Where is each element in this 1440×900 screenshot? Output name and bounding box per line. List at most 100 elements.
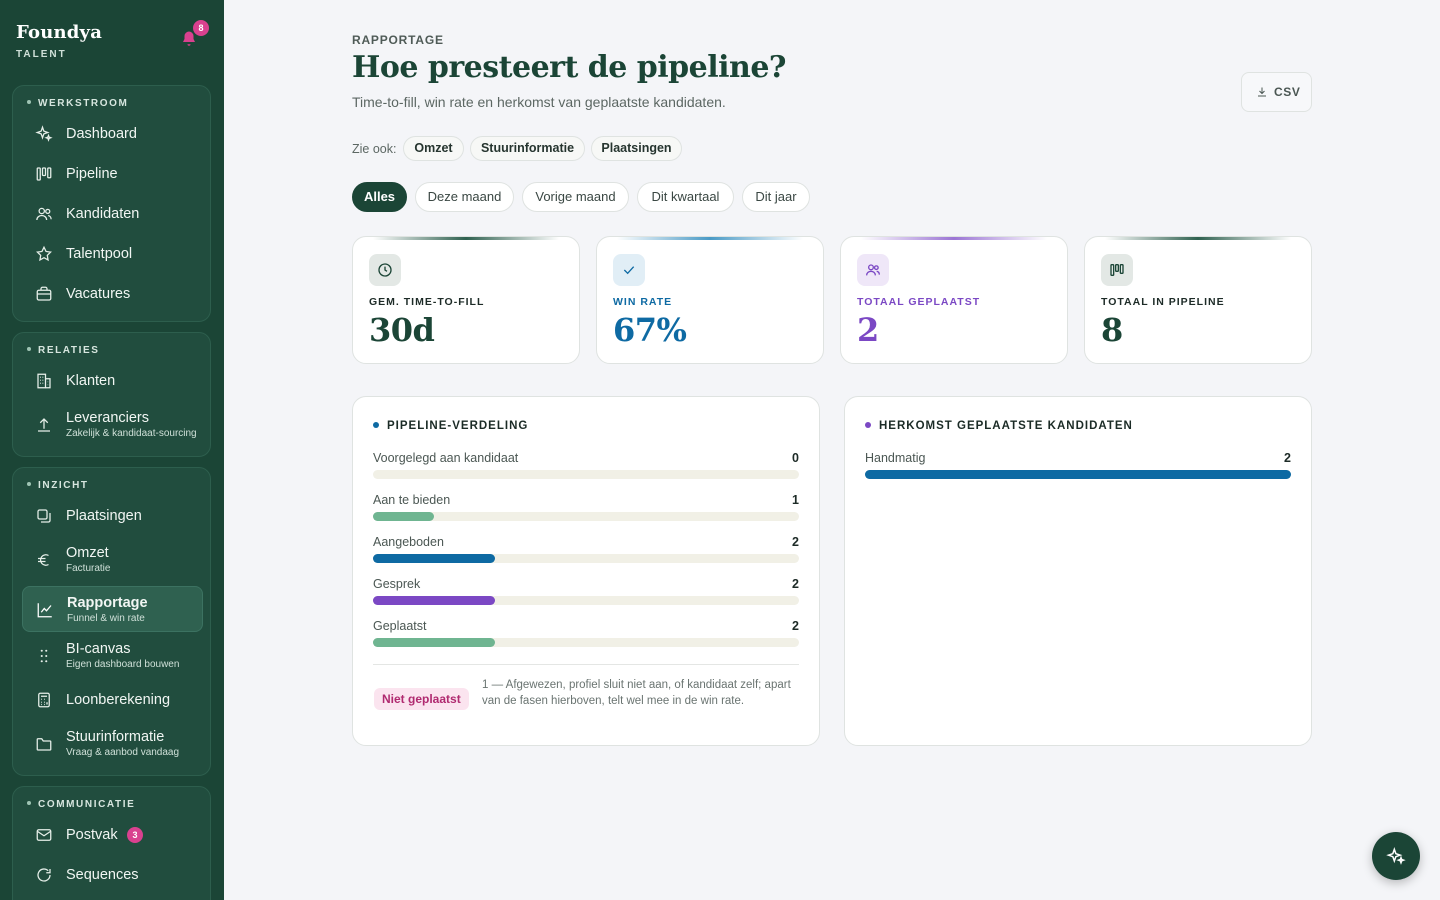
stage-value: 1 (792, 493, 799, 507)
period-filter-deze-maand[interactable]: Deze maand (415, 182, 514, 212)
sidebar-item-klanten[interactable]: Klanten (22, 361, 203, 401)
sidebar-item-label: Omzet (66, 545, 109, 561)
see-also-chip-omzet[interactable]: Omzet (403, 136, 464, 161)
mail-icon (36, 829, 52, 841)
building-icon (37, 373, 51, 389)
sidebar-item-label: Leveranciers (66, 410, 150, 426)
stage-label: Aangeboden (373, 535, 444, 549)
sidebar-item-label: Plaatsingen (66, 508, 142, 524)
see-also-chip-stuurinformatie[interactable]: Stuurinformatie (470, 136, 585, 161)
stage-bar-fill (373, 596, 495, 605)
csv-export-button[interactable]: CSV (1241, 72, 1312, 112)
folder-icon (36, 738, 52, 751)
kpi-icon-box (369, 254, 401, 286)
origin-label: Handmatig (865, 451, 926, 465)
postvak-badge: 3 (127, 827, 143, 843)
sidebar: Foundya TALENT 8 WERKSTROOM Dashboard Pi… (0, 0, 224, 900)
not-placed-badge: Niet geplaatst (374, 688, 469, 710)
nav-group-relaties: RELATIES Klanten Leveranciers Zakelijk &… (12, 332, 211, 457)
sidebar-item-sublabel: Vraag & aanbod vandaag (66, 747, 180, 758)
origin-bar-track (865, 470, 1291, 479)
csv-label: CSV (1274, 85, 1301, 99)
sidebar-item-label: Klanten (66, 373, 116, 389)
kpi-value: 30d (369, 311, 435, 349)
sidebar-item-label: Rapportage (67, 595, 148, 611)
download-icon (1258, 87, 1266, 97)
sidebar-item-label: Sequences (66, 867, 139, 883)
sidebar-item-loonberekening[interactable]: Loonberekening (22, 680, 203, 720)
brand-logo[interactable]: Foundya TALENT (16, 22, 102, 60)
sidebar-item-label: Talentpool (66, 246, 133, 262)
stage-value: 2 (792, 577, 799, 591)
sidebar-item-omzet[interactable]: Omzet Facturatie (22, 540, 203, 580)
kpi-icon-box (613, 254, 645, 286)
sidebar-item-sublabel: Funnel & win rate (67, 613, 145, 624)
sidebar-item-postvak[interactable]: Postvak 3 (22, 815, 203, 855)
sidebar-item-bi-canvas[interactable]: BI-canvas Eigen dashboard bouwen (22, 636, 203, 676)
origin-value: 2 (1284, 451, 1291, 465)
sidebar-item-sublabel: Zakelijk & kandidaat-sourcing (66, 428, 197, 439)
ai-assistant-button[interactable] (1372, 832, 1420, 880)
sidebar-item-sublabel: Facturatie (66, 563, 111, 574)
sidebar-item-kandidaten[interactable]: Kandidaten (22, 194, 203, 234)
sidebar-item-label: Stuurinformatie (66, 729, 165, 745)
upload-icon (38, 418, 50, 432)
see-also-chip-plaatsingen[interactable]: Plaatsingen (591, 136, 682, 161)
period-filter-vorige-maand[interactable]: Vorige maand (522, 182, 629, 212)
stage-bar-track (373, 512, 799, 521)
origin-placed-candidates-panel: HERKOMST GEPLAATSTE KANDIDATEN Handmatig… (844, 396, 1312, 746)
nav-group-inzicht: INZICHT Plaatsingen Omzet Facturatie Rap… (12, 467, 211, 776)
page-subtitle: Time-to-fill, win rate en herkomst van g… (352, 94, 726, 110)
grid-dots-icon (40, 649, 48, 663)
kpi-value: 67% (613, 311, 687, 349)
stage-bar-track (373, 638, 799, 647)
stage-label: Geplaatst (373, 619, 427, 633)
sidebar-item-label: Kandidaten (66, 206, 140, 222)
sidebar-item-leveranciers[interactable]: Leveranciers Zakelijk & kandidaat-sourci… (22, 405, 203, 445)
stage-bar-fill (373, 512, 434, 521)
stage-label: Gesprek (373, 577, 421, 591)
sidebar-item-stuurinformatie[interactable]: Stuurinformatie Vraag & aanbod vandaag (22, 724, 203, 764)
kpi-card-win-rate: WIN RATE 67% (596, 236, 824, 364)
kanban-icon (36, 167, 52, 181)
period-filter-dit-kwartaal[interactable]: Dit kwartaal (637, 182, 734, 212)
sidebar-item-sequences[interactable]: Sequences (22, 855, 203, 895)
notification-badge: 8 (193, 20, 209, 36)
refresh-icon (37, 868, 51, 882)
users-icon (866, 264, 880, 276)
origin-bar-fill (865, 470, 1291, 479)
kanban-icon (1110, 264, 1124, 276)
kpi-icon-box (1101, 254, 1133, 286)
group-title: COMMUNICATIE (27, 799, 135, 810)
clock-icon (378, 263, 392, 277)
pipeline-distribution-panel: PIPELINE-VERDELING Voorgelegd aan kandid… (352, 396, 820, 746)
sidebar-item-pipeline[interactable]: Pipeline (22, 154, 203, 194)
sidebar-item-plaatsingen[interactable]: Plaatsingen (22, 496, 203, 536)
sidebar-item-label: Loonberekening (66, 692, 171, 708)
kpi-icon-box (857, 254, 889, 286)
period-filter-alles[interactable]: Alles (352, 182, 407, 212)
sidebar-item-label: Pipeline (66, 166, 118, 182)
kpi-accent (861, 237, 1047, 240)
page-eyebrow: RAPPORTAGE (352, 33, 444, 47)
euro-icon (38, 554, 49, 566)
calculator-icon (38, 692, 50, 708)
sparkle-icon (1386, 847, 1406, 865)
kpi-label: TOTAAL IN PIPELINE (1101, 296, 1225, 308)
stage-value: 2 (792, 535, 799, 549)
brand-subtitle: TALENT (16, 49, 67, 60)
sidebar-item-vacatures[interactable]: Vacatures (22, 274, 203, 314)
check-icon (623, 266, 635, 275)
period-filter-dit-jaar[interactable]: Dit jaar (742, 182, 810, 212)
sidebar-item-label: Postvak (66, 827, 118, 843)
stage-label: Voorgelegd aan kandidaat (373, 451, 519, 465)
group-title: RELATIES (27, 345, 100, 356)
sidebar-item-rapportage[interactable]: Rapportage Funnel & win rate (22, 586, 203, 632)
stage-value: 2 (792, 619, 799, 633)
nav-group-werkstroom: WERKSTROOM Dashboard Pipeline Kandidaten… (12, 85, 211, 322)
sidebar-item-dashboard[interactable]: Dashboard (22, 114, 203, 154)
sidebar-item-talentpool[interactable]: Talentpool (22, 234, 203, 274)
not-placed-description: 1 — Afgewezen, profiel sluit niet aan, o… (482, 679, 791, 707)
nav-group-communicatie: COMMUNICATIE Postvak 3 Sequences (12, 786, 211, 900)
sidebar-item-label: BI-canvas (66, 641, 131, 657)
